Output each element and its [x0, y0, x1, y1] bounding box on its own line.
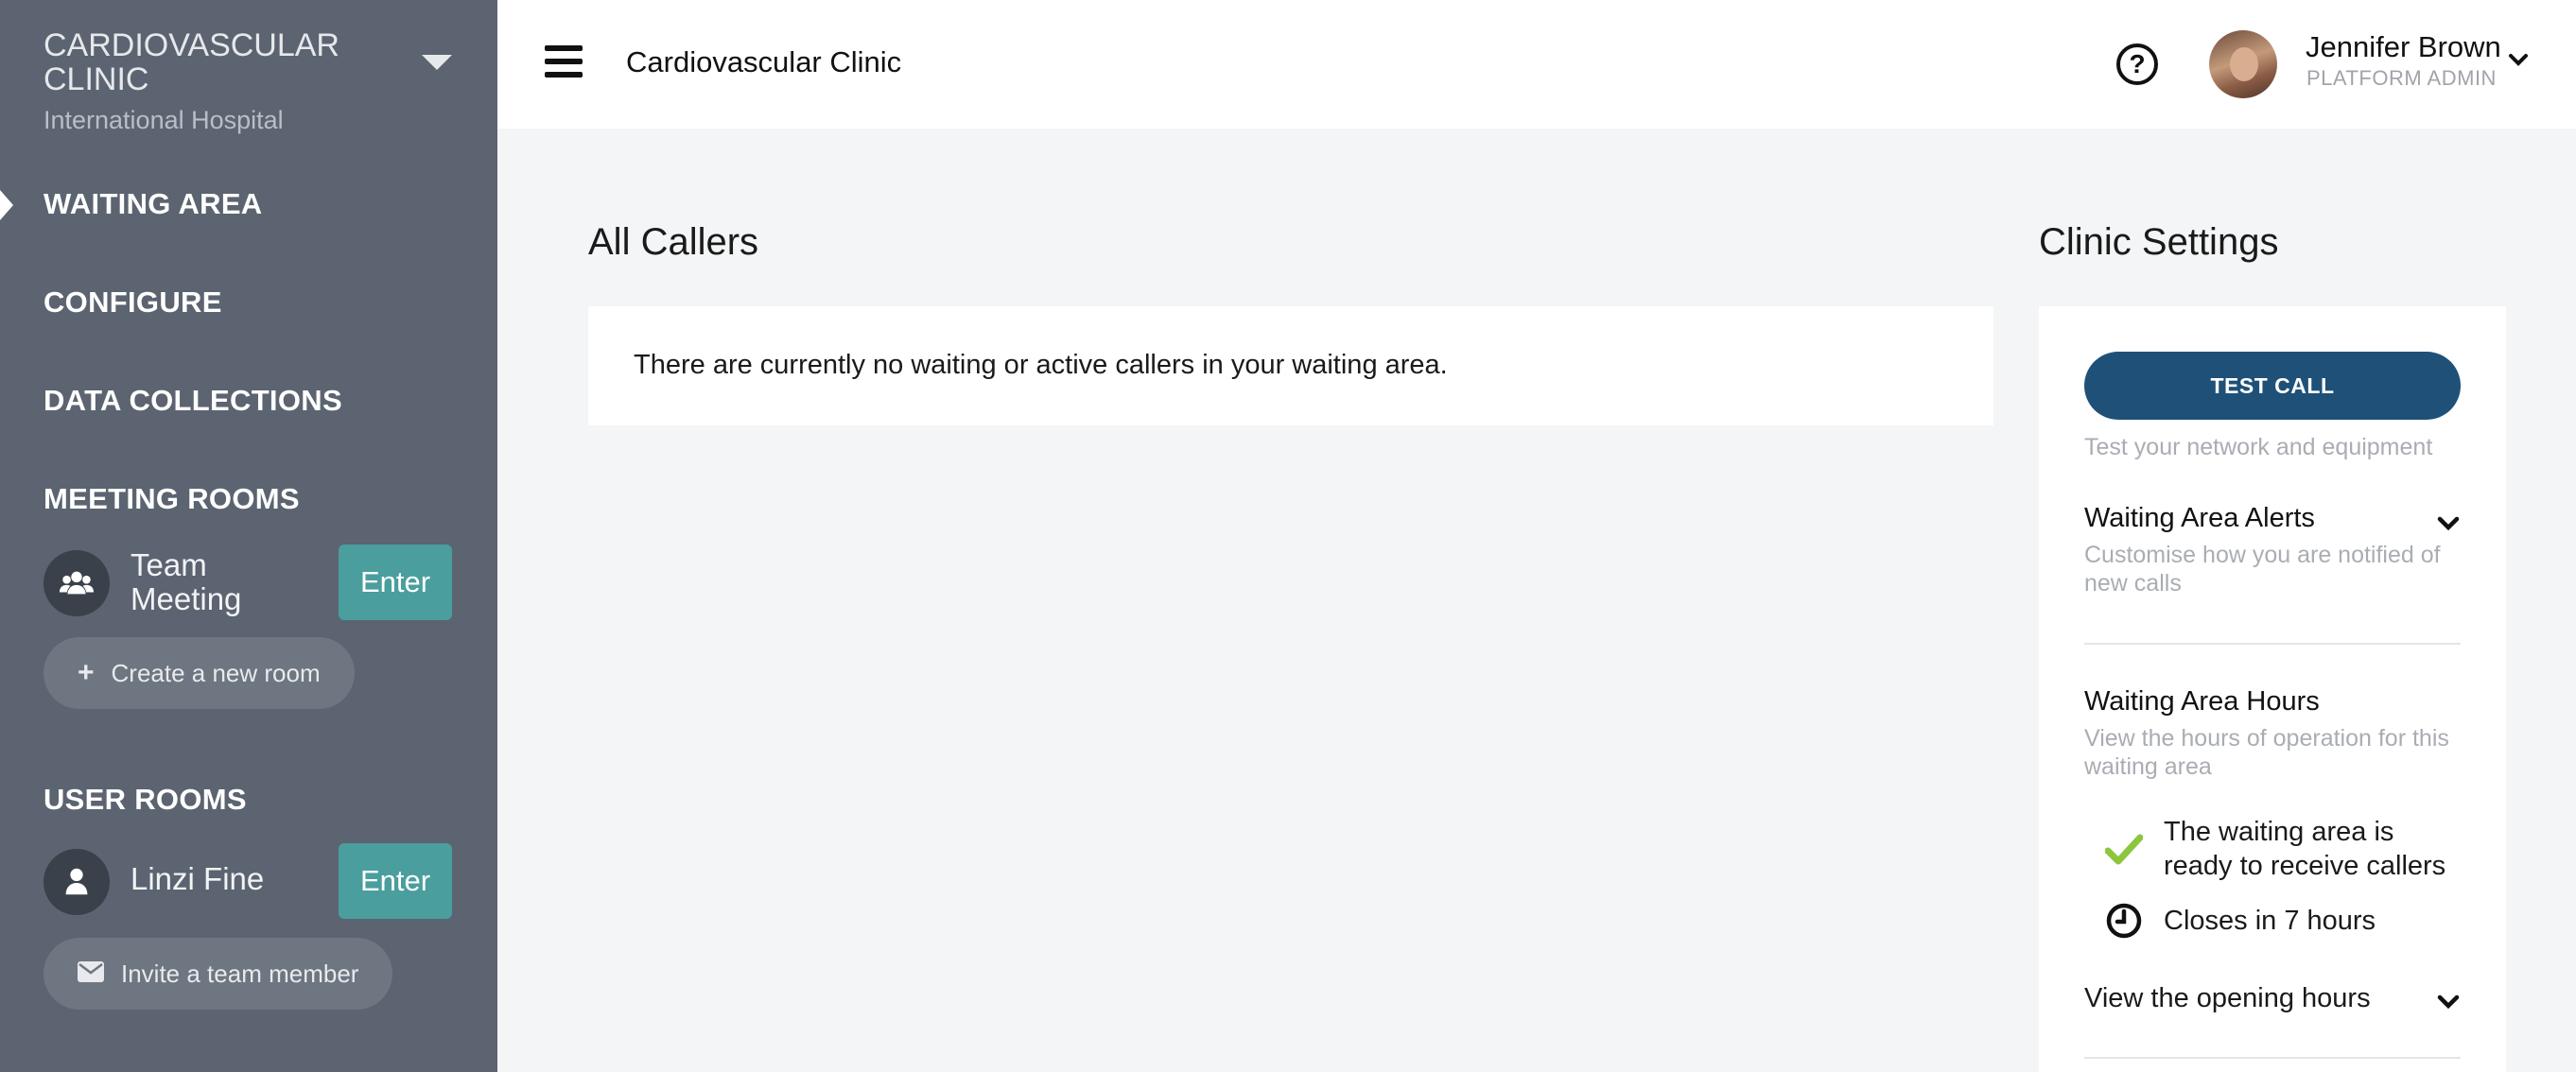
empty-callers-message: There are currently no waiting or active…: [634, 350, 1448, 380]
alerts-chevron-down-icon[interactable]: [2436, 510, 2461, 535]
active-nav-marker-icon: [0, 190, 13, 220]
clinic-switcher[interactable]: CARDIOVASCULAR CLINIC International Hosp…: [44, 28, 460, 135]
page-title: Cardiovascular Clinic: [626, 45, 902, 78]
nav-data-collections[interactable]: DATA COLLECTIONS: [44, 384, 342, 418]
nav-waiting-area[interactable]: WAITING AREA: [44, 187, 263, 221]
user-icon: [44, 849, 110, 915]
nav-user-rooms[interactable]: USER ROOMS: [44, 783, 247, 817]
alerts-heading[interactable]: Waiting Area Alerts: [2084, 503, 2315, 534]
meeting-room-item: Team Meeting Enter: [44, 545, 452, 620]
user-room-item: Linzi Fine Enter: [44, 843, 452, 919]
plus-icon: +: [78, 657, 95, 688]
help-icon[interactable]: ?: [2116, 43, 2158, 85]
test-call-button[interactable]: TEST CALL: [2084, 352, 2461, 420]
clinic-organisation: International Hospital: [44, 106, 284, 134]
hamburger-menu-icon[interactable]: [545, 45, 583, 79]
user-name[interactable]: Jennifer Brown: [2306, 30, 2501, 64]
group-icon: [44, 550, 110, 616]
caret-down-icon[interactable]: [422, 55, 452, 70]
create-room-button[interactable]: + Create a new room: [44, 637, 355, 709]
envelope-icon: [78, 960, 104, 988]
status-closes-text: Closes in 7 hours: [2164, 906, 2376, 936]
top-bar: Cardiovascular Clinic ? Jennifer Brown P…: [497, 0, 2576, 129]
meeting-room-name: Team Meeting: [131, 547, 242, 616]
view-opening-hours-toggle[interactable]: View the opening hours: [2084, 983, 2371, 1014]
invite-member-button[interactable]: Invite a team member: [44, 938, 393, 1010]
chevron-down-icon[interactable]: [2508, 49, 2529, 70]
clinic-settings-panel: TEST CALL Test your network and equipmen…: [2039, 306, 2506, 1072]
create-room-label: Create a new room: [111, 658, 321, 687]
status-ready-text: The waiting area is ready to receive cal…: [2164, 817, 2446, 881]
user-role: PLATFORM ADMIN: [2306, 66, 2497, 90]
all-callers-title: All Callers: [588, 221, 759, 263]
check-icon: [2105, 834, 2143, 865]
divider: [2084, 643, 2461, 645]
user-room-name: Linzi Fine: [131, 861, 265, 896]
hours-heading: Waiting Area Hours: [2084, 686, 2320, 717]
sidebar: CARDIOVASCULAR CLINIC International Hosp…: [0, 0, 497, 1072]
clinic-name: CARDIOVASCULAR CLINIC: [44, 27, 339, 97]
nav-meeting-rooms[interactable]: MEETING ROOMS: [44, 482, 300, 516]
alerts-description: Customise how you are notified of new ca…: [2084, 542, 2441, 597]
divider: [2084, 1057, 2461, 1059]
clock-icon: [2106, 903, 2142, 939]
opening-hours-chevron-down-icon[interactable]: [2436, 989, 2461, 1013]
invite-member-label: Invite a team member: [121, 959, 359, 988]
hours-description: View the hours of operation for this wai…: [2084, 725, 2449, 780]
enter-user-room-button[interactable]: Enter: [339, 843, 452, 919]
clinic-settings-title: Clinic Settings: [2039, 221, 2279, 263]
user-avatar[interactable]: [2209, 30, 2277, 98]
nav-configure[interactable]: CONFIGURE: [44, 285, 222, 320]
callers-panel: There are currently no waiting or active…: [588, 306, 1993, 425]
enter-meeting-room-button[interactable]: Enter: [339, 545, 452, 620]
test-call-caption: Test your network and equipment: [2084, 434, 2433, 460]
